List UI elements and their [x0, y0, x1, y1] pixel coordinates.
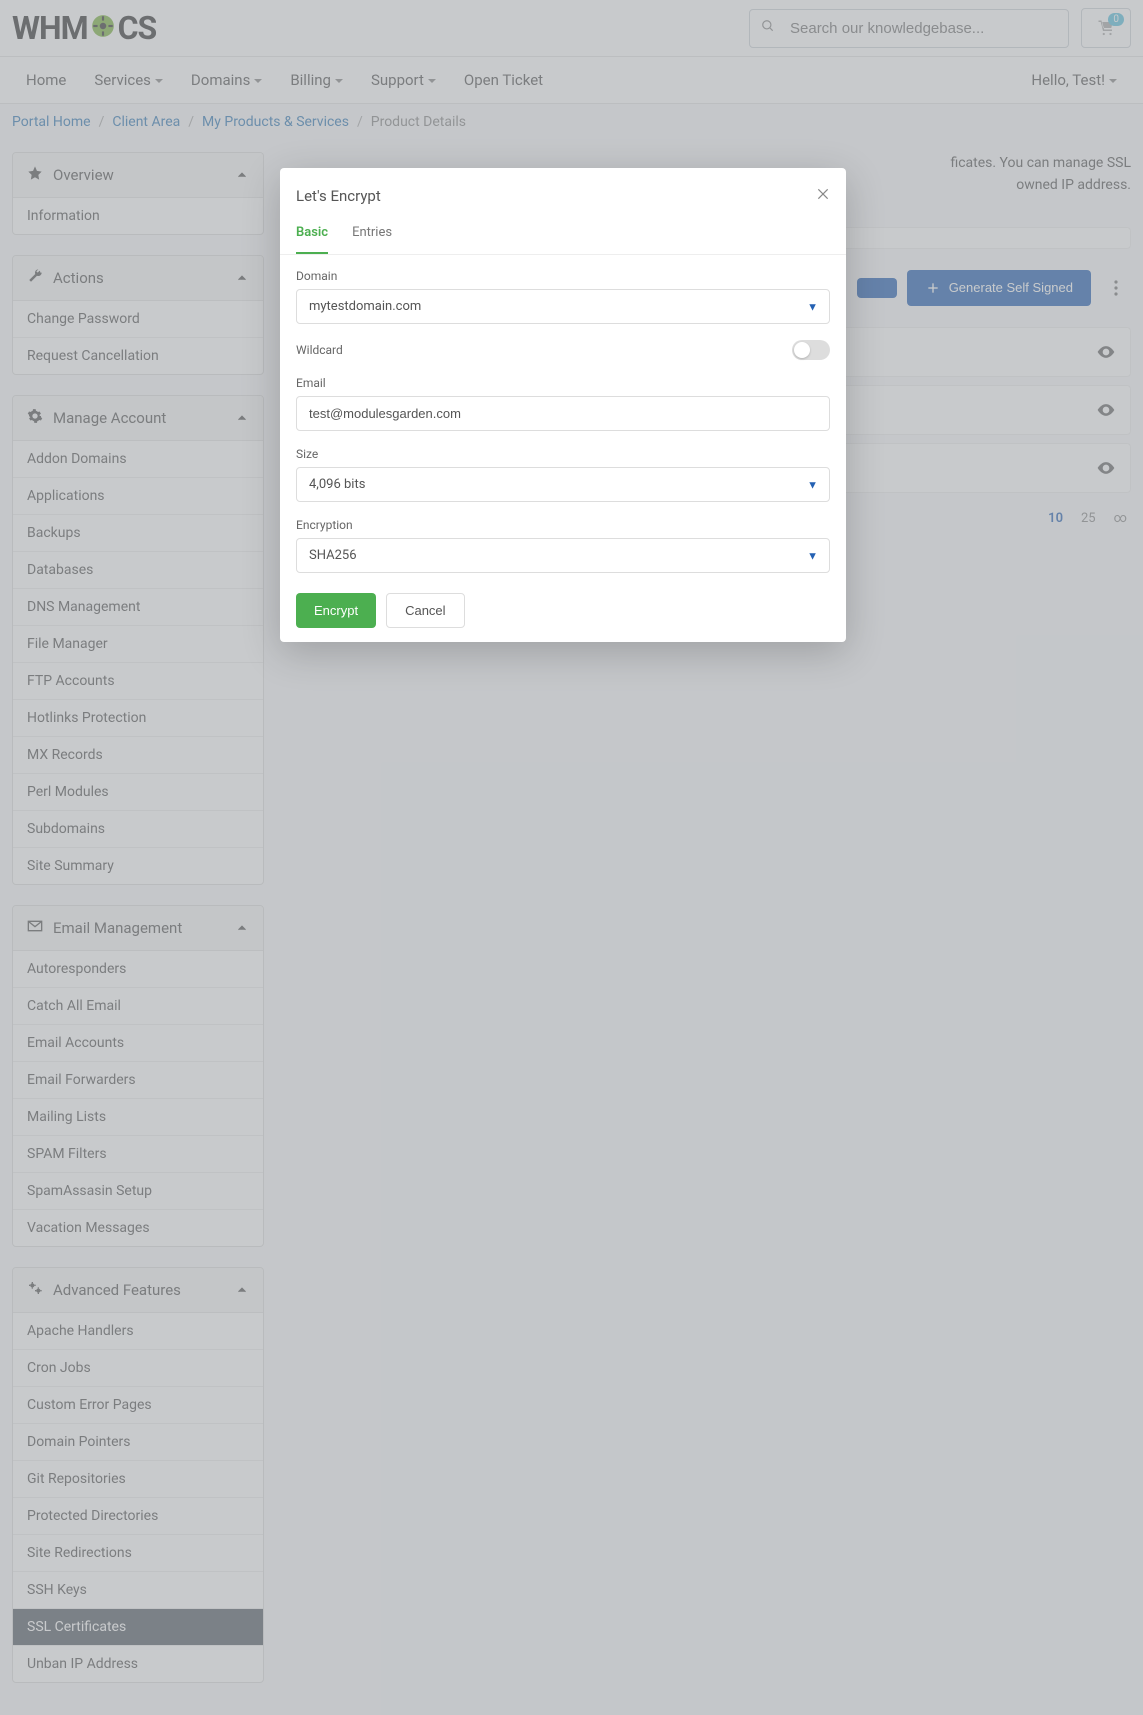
modal-title: Let's Encrypt	[296, 187, 381, 205]
modal-tabs: Basic Entries	[280, 217, 846, 255]
email-label: Email	[296, 376, 830, 390]
close-icon	[816, 187, 830, 201]
encrypt-button[interactable]: Encrypt	[296, 593, 376, 628]
encryption-label: Encryption	[296, 518, 830, 532]
wildcard-label: Wildcard	[296, 343, 343, 357]
encryption-select[interactable]: SHA256	[296, 538, 830, 573]
email-input[interactable]	[296, 396, 830, 431]
domain-label: Domain	[296, 269, 830, 283]
modal-close-button[interactable]	[816, 186, 830, 205]
size-select[interactable]: 4,096 bits	[296, 467, 830, 502]
size-label: Size	[296, 447, 830, 461]
tab-entries[interactable]: Entries	[352, 217, 392, 254]
lets-encrypt-modal: Let's Encrypt Basic Entries Domain mytest…	[280, 168, 846, 642]
domain-select[interactable]: mytestdomain.com	[296, 289, 830, 324]
wildcard-toggle[interactable]	[792, 340, 830, 360]
cancel-button[interactable]: Cancel	[386, 593, 464, 628]
tab-basic[interactable]: Basic	[296, 217, 328, 254]
